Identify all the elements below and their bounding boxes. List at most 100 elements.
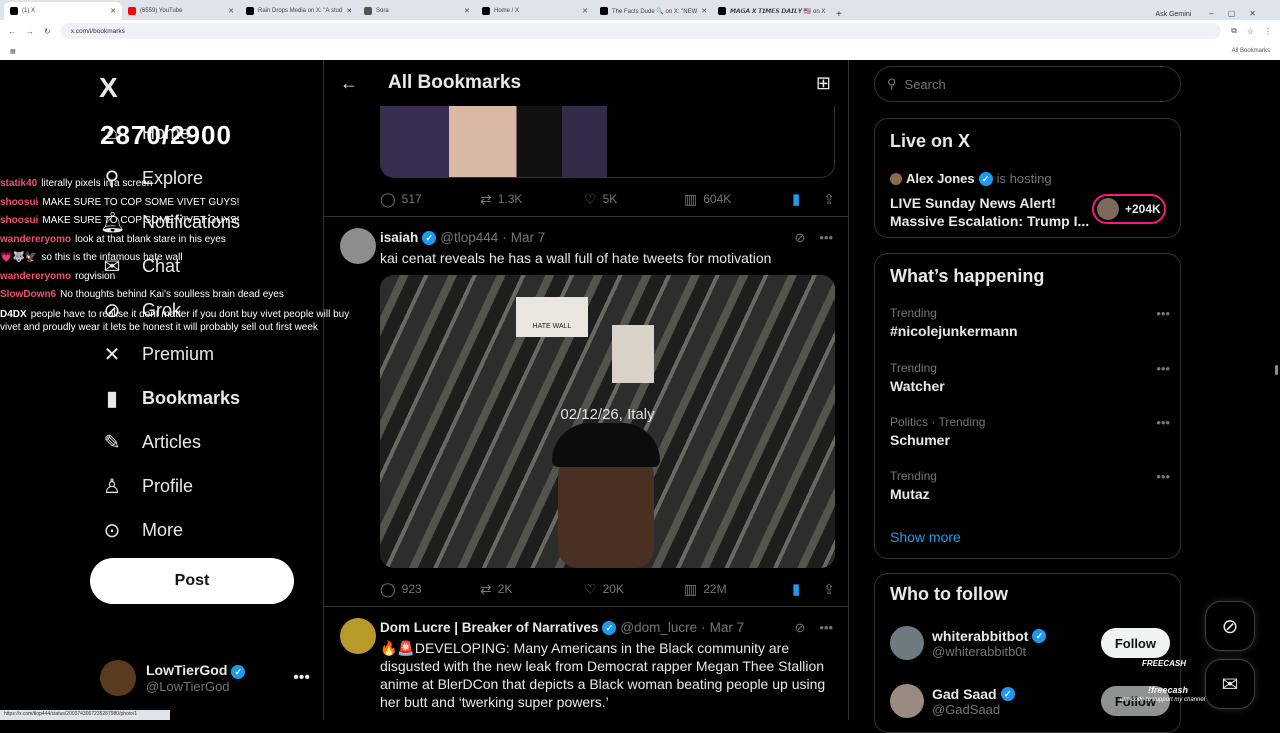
x-logo-icon[interactable]: X	[99, 72, 118, 104]
nav-articles[interactable]: ✎Articles	[100, 430, 201, 455]
browser-tab[interactable]: Home / X✕	[476, 2, 594, 20]
reply-button[interactable]: ◯923	[380, 581, 480, 598]
browser-tab[interactable]: (6559) YouTube✕	[122, 2, 240, 20]
post-button[interactable]: Post	[90, 558, 294, 604]
card-title: What’s happening	[890, 266, 1044, 287]
reply-button[interactable]: ◯517	[380, 191, 480, 208]
reload-icon[interactable]: ↻	[44, 27, 51, 36]
follow-button[interactable]: Follow	[1101, 628, 1170, 658]
more-dots-icon[interactable]: •••	[1156, 361, 1170, 376]
extensions-icon[interactable]: ⧉	[1231, 26, 1237, 36]
apps-icon[interactable]: ▦	[10, 48, 16, 55]
repost-button[interactable]: ⇄1.3K	[480, 191, 584, 208]
close-tab-icon[interactable]: ✕	[110, 7, 116, 15]
bookmark-filled-icon[interactable]: ▮	[792, 190, 800, 208]
browser-tab[interactable]: 𝙈𝘼𝙂𝘼 𝙓 𝙏𝙄𝙈𝙀𝙎 𝘿𝘼𝙄𝙇𝙔 🇺🇸 on X✕	[712, 2, 830, 20]
author-handle[interactable]: @tlop444	[440, 230, 498, 245]
live-listeners-pill[interactable]: +204K	[1092, 194, 1166, 224]
browser-tab[interactable]: (1) X✕	[4, 2, 122, 20]
trend-item[interactable]: TrendingMutaz•••	[890, 469, 1170, 502]
x-favicon-icon	[482, 7, 490, 15]
post-media[interactable]	[380, 106, 835, 178]
verified-badge-icon: ✓	[422, 231, 436, 245]
search-input[interactable]: ⚲Search	[874, 66, 1181, 102]
account-switcher[interactable]: LowTierGod ✓ @LowTierGod •••	[100, 660, 310, 696]
address-bar[interactable]: x.com/i/bookmarks	[61, 23, 1221, 39]
x-favicon-icon	[10, 7, 18, 15]
youtube-favicon-icon	[128, 7, 136, 15]
post-date[interactable]: Mar 7	[511, 230, 546, 245]
author-name[interactable]: Dom Lucre | Breaker of Narratives	[380, 620, 598, 635]
repost-button[interactable]: ⇄2K	[480, 581, 584, 598]
share-icon[interactable]: ⇪	[823, 581, 835, 598]
trend-item[interactable]: TrendingWatcher•••	[890, 361, 1170, 394]
tweet[interactable]: Dom Lucre | Breaker of Narratives ✓ @dom…	[324, 607, 849, 720]
right-sidebar: ⚲Search Live on X Alex Jones ✓ is hostin…	[850, 60, 1280, 720]
forward-nav-icon[interactable]: →	[26, 27, 34, 36]
close-tab-icon[interactable]: ✕	[346, 7, 352, 15]
tweet-photo[interactable]: HATE WALL 02/12/26, Italy	[380, 275, 835, 568]
tweet[interactable]: isaiah ✓ @tlop444 · Mar 7 ⊘ ••• kai cena…	[324, 217, 849, 607]
nav-premium[interactable]: ✕Premium	[100, 342, 214, 367]
nav-bookmarks[interactable]: ▮Bookmarks	[100, 386, 240, 411]
more-dots-icon[interactable]: •••	[819, 620, 833, 636]
verified-badge-icon: ✓	[602, 621, 616, 635]
browser-tab[interactable]: The Facts Dude 🔍 on X: "NEW✕	[594, 2, 712, 20]
sora-favicon-icon	[364, 7, 372, 15]
post-date[interactable]: Mar 7	[710, 620, 745, 635]
like-button[interactable]: ♡20K	[584, 581, 684, 598]
avatar[interactable]	[340, 228, 376, 264]
browser-tab[interactable]: Sora✕	[358, 2, 476, 20]
sub-goal-counter: 2870/2900	[100, 120, 232, 151]
verified-badge-icon: ✓	[231, 665, 245, 679]
browser-tab[interactable]: Rain Drops Media on X: "A stud✕	[240, 2, 358, 20]
scrollbar-thumb[interactable]	[1275, 365, 1278, 375]
reply-icon: ◯	[380, 581, 396, 598]
close-tab-icon[interactable]: ✕	[701, 7, 707, 15]
author-handle[interactable]: @dom_lucre	[620, 620, 697, 635]
grok-icon[interactable]: ⊘	[794, 230, 805, 246]
new-tab-button[interactable]: +	[830, 9, 848, 20]
back-arrow-icon[interactable]: ←	[340, 73, 358, 94]
share-icon[interactable]: ⇪	[823, 191, 835, 208]
person-icon: ♙	[100, 474, 124, 499]
nav-more[interactable]: ⊙More	[100, 518, 183, 543]
close-tab-icon[interactable]: ✕	[582, 7, 588, 15]
nav-profile[interactable]: ♙Profile	[100, 474, 193, 499]
messages-fab-icon[interactable]: ✉	[1205, 659, 1255, 709]
chat-line: wandereryomorogvision	[0, 268, 360, 287]
grok-icon[interactable]: ⊘	[794, 620, 805, 636]
follow-suggestion[interactable]: whiterabbitbot✓ @whiterabbitb0t Follow	[890, 626, 1170, 660]
menu-kebab-icon[interactable]: ⋮	[1264, 27, 1272, 36]
repost-icon: ⇄	[480, 581, 492, 598]
more-dots-icon[interactable]: •••	[293, 669, 310, 687]
more-dots-icon[interactable]: •••	[1156, 415, 1170, 430]
bookmarks-bar: ▦ All Bookmarks	[0, 42, 1280, 60]
more-dots-icon[interactable]: •••	[1156, 306, 1170, 321]
live-host[interactable]: Alex Jones ✓ is hosting	[890, 171, 1052, 186]
avatar	[890, 626, 924, 660]
all-bookmarks-link[interactable]: All Bookmarks	[1232, 48, 1270, 54]
more-dots-icon[interactable]: •••	[819, 230, 833, 246]
author-name[interactable]: isaiah	[380, 230, 418, 245]
chat-line: D4DXpeople have to realise it dont matte…	[0, 305, 360, 334]
avatar[interactable]	[340, 618, 376, 654]
ask-gemini-button[interactable]: Ask Gemini	[1147, 11, 1199, 20]
views-button[interactable]: ▥604K	[684, 191, 792, 208]
views-button[interactable]: ▥22M	[684, 581, 792, 598]
trend-item[interactable]: Trending#nicolejunkermann•••	[890, 306, 1170, 339]
more-dots-icon[interactable]: •••	[1156, 469, 1170, 484]
show-more-link[interactable]: Show more	[890, 529, 961, 545]
grok-fab-icon[interactable]: ⊘	[1205, 601, 1255, 651]
close-tab-icon[interactable]: ✕	[464, 7, 470, 15]
bookmark-folder-icon[interactable]: ⊞	[816, 73, 831, 94]
trend-item[interactable]: Politics · TrendingSchumer•••	[890, 415, 1170, 448]
bookmark-filled-icon[interactable]: ▮	[792, 580, 800, 598]
close-tab-icon[interactable]: ✕	[228, 7, 234, 15]
reply-icon: ◯	[380, 191, 396, 208]
back-nav-icon[interactable]: ←	[8, 27, 16, 36]
window-controls[interactable]: –▢✕	[1199, 9, 1280, 20]
live-title[interactable]: LIVE Sunday News Alert! Massive Escalati…	[890, 194, 1090, 230]
star-icon[interactable]: ☆	[1247, 27, 1254, 36]
like-button[interactable]: ♡5K	[584, 191, 684, 208]
